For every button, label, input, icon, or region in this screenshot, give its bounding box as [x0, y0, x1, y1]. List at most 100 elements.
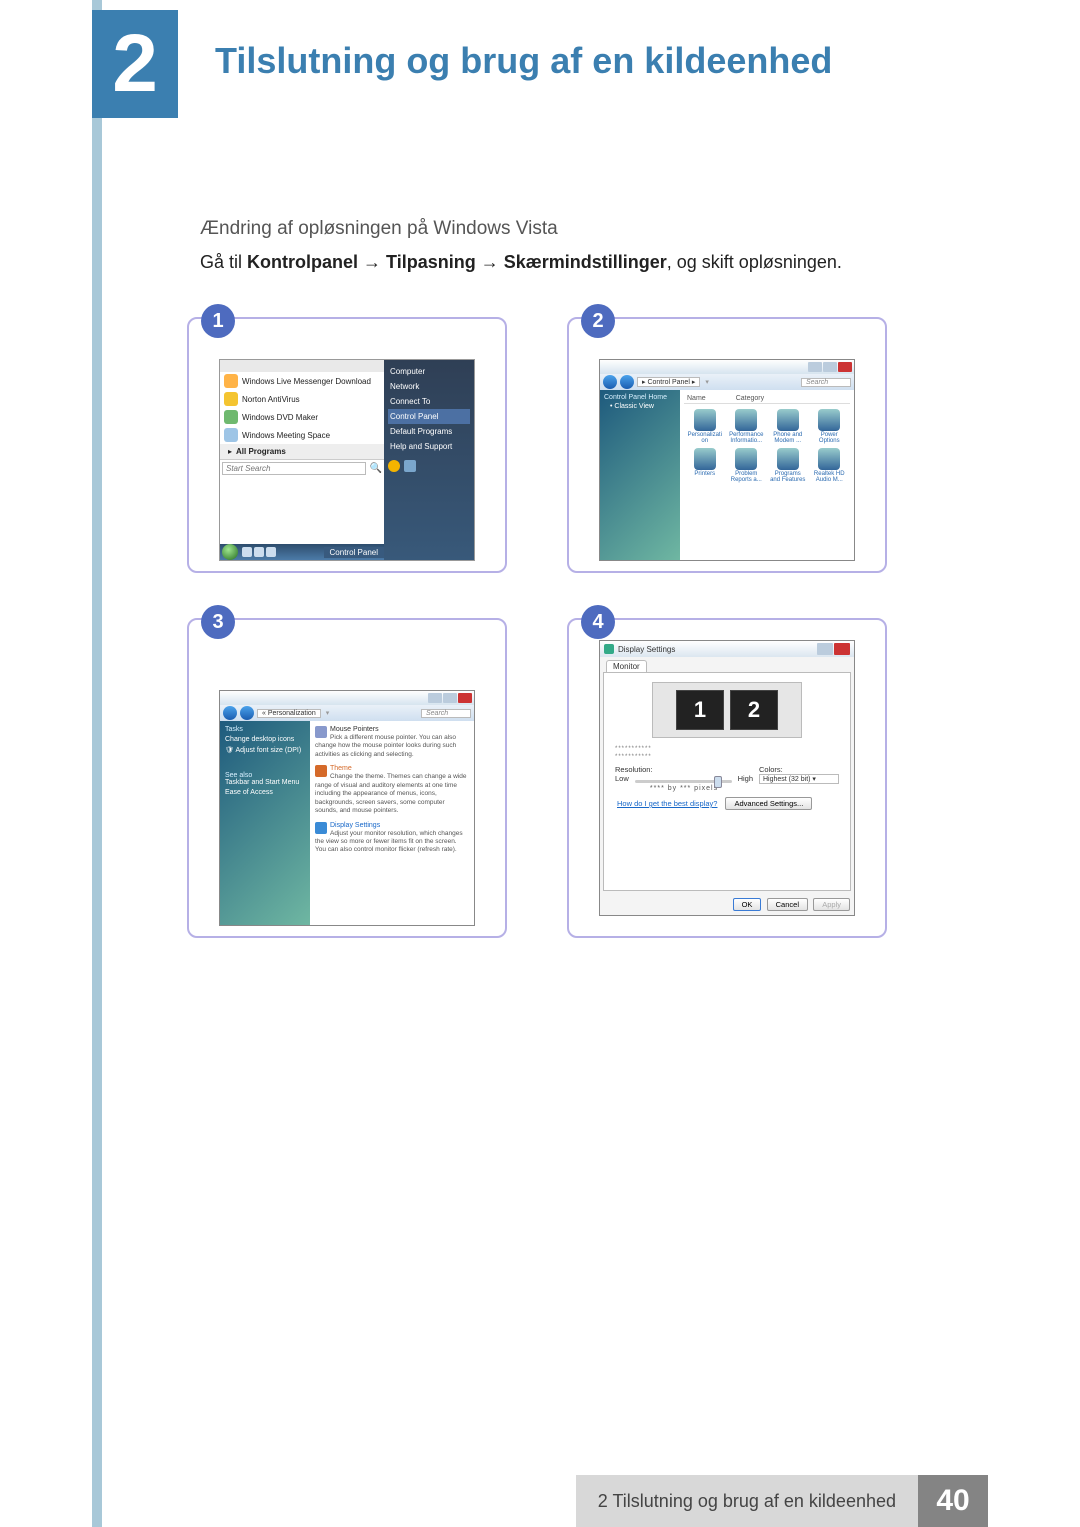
low-label: Low	[615, 774, 629, 783]
screenshot-grid: 1 Windows Live Messenger Download Norton…	[187, 317, 887, 938]
nav-bar: ▸ Control Panel ▸ ▾ Search	[600, 374, 854, 390]
cp-icon[interactable]: Performance Informatio...	[728, 409, 766, 444]
col-category: Category	[736, 395, 764, 402]
forward-icon[interactable]	[240, 706, 254, 720]
badge-1: 1	[201, 304, 235, 338]
back-icon[interactable]	[603, 375, 617, 389]
window-titlebar: Display Settings	[600, 641, 854, 657]
search-input[interactable]: Search	[421, 709, 471, 718]
start-search[interactable]: 🔍	[220, 459, 384, 477]
best-display-link[interactable]: How do I get the best display?	[609, 795, 725, 812]
window-titlebar	[600, 360, 854, 374]
all-programs-label: All Programs	[236, 447, 286, 456]
lock-icon[interactable]	[404, 460, 416, 472]
chapter-title: Tilslutning og brug af en kildeenhed	[215, 40, 832, 82]
side-link[interactable]: Ease of Access	[225, 789, 305, 796]
advanced-settings-button[interactable]: Advanced Settings...	[725, 797, 812, 810]
minimize-icon[interactable]	[817, 643, 833, 655]
right-item[interactable]: Default Programs	[388, 424, 470, 439]
monitor-preview[interactable]: 1 2	[652, 682, 802, 738]
high-label: High	[738, 774, 753, 783]
cp-icon[interactable]: Printers	[686, 448, 724, 483]
menu-item[interactable]: Windows DVD Maker	[220, 408, 384, 426]
colors-label: Colors:	[759, 765, 839, 774]
right-item[interactable]: Help and Support	[388, 439, 470, 454]
sec-h: Theme	[315, 765, 469, 772]
see-also-heading: See also	[225, 772, 305, 779]
tab-monitor[interactable]: Monitor	[606, 660, 647, 672]
side-link[interactable]: 🛡 Adjust font size (DPI)	[225, 746, 305, 754]
screenshot-card-4: 4 Display Settings Monitor 1 2 *********…	[567, 618, 887, 938]
instr-b1: Kontrolpanel	[247, 252, 358, 272]
maximize-icon[interactable]	[823, 362, 837, 372]
colors-select[interactable]: Highest (32 bit) ▾	[759, 774, 839, 784]
tab-bar: Monitor	[600, 657, 854, 672]
cp-icon[interactable]: Problem Reports a...	[728, 448, 766, 483]
cp-icon[interactable]: Personalizati on	[686, 409, 724, 444]
back-icon[interactable]	[223, 706, 237, 720]
taskbar-button[interactable]: Control Panel	[324, 547, 384, 558]
quicklaunch[interactable]	[242, 547, 276, 557]
monitor-1[interactable]: 1	[676, 690, 724, 730]
display-icon	[604, 644, 614, 654]
all-programs[interactable]: ▸All Programs	[220, 444, 384, 459]
display-icon	[315, 822, 327, 834]
menu-label: Windows Meeting Space	[242, 431, 330, 440]
theme-icon	[315, 765, 327, 777]
maximize-icon[interactable]	[443, 693, 457, 703]
badge-4: 4	[581, 605, 615, 639]
close-icon[interactable]	[834, 643, 850, 655]
apply-button[interactable]: Apply	[813, 898, 850, 911]
taskbar[interactable]: Control Panel	[220, 544, 384, 560]
start-orb-icon[interactable]	[222, 544, 238, 560]
breadcrumb[interactable]: « Personalization	[257, 709, 321, 718]
resolution-slider[interactable]	[635, 775, 732, 783]
left-accent-bar	[92, 0, 102, 1527]
cp-home-link[interactable]: Control Panel Home	[604, 394, 676, 401]
right-item[interactable]: Computer	[388, 364, 470, 379]
close-icon[interactable]	[838, 362, 852, 372]
cp-icon[interactable]: Power Options	[811, 409, 849, 444]
ok-button[interactable]: OK	[733, 898, 762, 911]
instr-b2: Tilpasning	[386, 252, 476, 272]
badge-2: 2	[581, 304, 615, 338]
display-section[interactable]: Display Settings Adjust your monitor res…	[315, 822, 469, 855]
sec-h: Mouse Pointers	[315, 726, 469, 733]
search-input[interactable]: Search	[801, 378, 851, 387]
screenshot-card-3: 3 « Personalization ▾ Search Tasks Chang…	[187, 618, 507, 938]
cancel-button[interactable]: Cancel	[767, 898, 808, 911]
side-link[interactable]: Change desktop icons	[225, 736, 305, 743]
screenshot-card-2: 2 ▸ Control Panel ▸ ▾ Search Control Pan…	[567, 317, 887, 573]
power-icon[interactable]	[388, 460, 400, 472]
side-link[interactable]: Taskbar and Start Menu	[225, 779, 305, 786]
screenshot-control-panel: ▸ Control Panel ▸ ▾ Search Control Panel…	[599, 359, 855, 561]
minimize-icon[interactable]	[428, 693, 442, 703]
placeholder-text: ***********	[615, 754, 839, 760]
menu-item[interactable]: Norton AntiVirus	[220, 390, 384, 408]
search-input[interactable]	[222, 462, 366, 475]
forward-icon[interactable]	[620, 375, 634, 389]
pers-main: Mouse Pointers Pick a different mouse po…	[310, 721, 474, 925]
menu-item[interactable]: Windows Live Messenger Download	[220, 372, 384, 390]
cp-icon[interactable]: Realtek HD Audio M...	[811, 448, 849, 483]
right-item[interactable]: Network	[388, 379, 470, 394]
cp-icon[interactable]: Programs and Features	[769, 448, 807, 483]
screenshot-card-1: 1 Windows Live Messenger Download Norton…	[187, 317, 507, 573]
close-icon[interactable]	[458, 693, 472, 703]
menu-item[interactable]: Windows Meeting Space	[220, 426, 384, 444]
right-item[interactable]: Connect To	[388, 394, 470, 409]
minimize-icon[interactable]	[808, 362, 822, 372]
monitor-2[interactable]: 2	[730, 690, 778, 730]
right-item-controlpanel[interactable]: Control Panel	[388, 409, 470, 424]
tasks-heading: Tasks	[225, 726, 305, 733]
theme-section[interactable]: Theme Change the theme. Themes can chang…	[315, 765, 469, 815]
arrow-1: →	[358, 252, 386, 272]
start-right-panel: Computer Network Connect To Control Pane…	[384, 360, 474, 560]
breadcrumb[interactable]: ▸ Control Panel ▸	[637, 377, 700, 387]
mouse-section[interactable]: Mouse Pointers Pick a different mouse po…	[315, 726, 469, 759]
search-icon: 🔍	[370, 463, 382, 474]
cp-icon[interactable]: Phone and Modem ...	[769, 409, 807, 444]
footer-label: 2 Tilslutning og brug af en kildeenhed	[576, 1475, 918, 1527]
window-title: Display Settings	[618, 645, 675, 654]
cp-classic-link[interactable]: • Classic View	[610, 403, 676, 410]
